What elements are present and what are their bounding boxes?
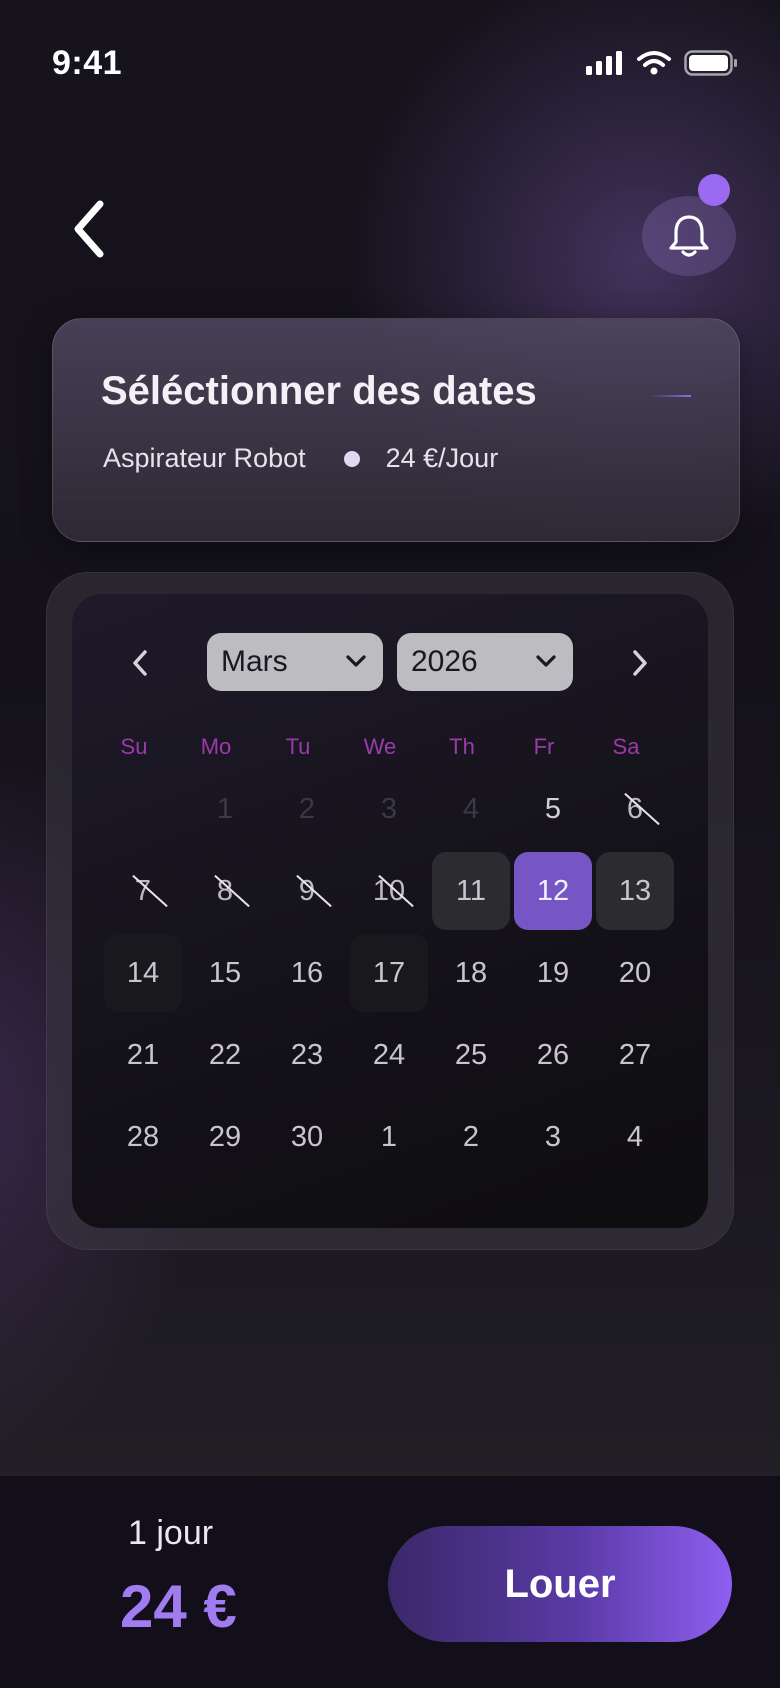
rent-button[interactable]: Louer <box>388 1526 732 1642</box>
calendar-day-disabled: 3 <box>380 792 398 825</box>
bell-icon <box>669 215 709 257</box>
weekday-label: Sa <box>612 734 640 759</box>
chevron-left-icon <box>74 200 104 258</box>
month-value: Mars <box>221 645 288 678</box>
product-rate: 24 €/Jour <box>385 443 499 473</box>
calendar-day-disabled: 1 <box>216 792 234 825</box>
calendar-day[interactable]: 20 <box>596 934 674 1012</box>
calendar-day-unavailable: 10 <box>350 852 428 930</box>
chevron-down-icon <box>536 655 556 667</box>
calendar-day-next-month[interactable]: 2 <box>432 1098 510 1176</box>
weekday-label: Tu <box>285 734 311 759</box>
rental-duration: 1 jour <box>128 1514 214 1552</box>
calendar-day[interactable]: 30 <box>268 1098 346 1176</box>
prev-month-button[interactable] <box>120 640 160 686</box>
calendar-day-unavailable: 9 <box>268 852 346 930</box>
calendar-day-unavailable: 7 <box>104 852 182 930</box>
rent-button-label: Louer <box>504 1561 616 1606</box>
status-bar: 9:41 <box>0 0 780 130</box>
chevron-down-icon <box>346 655 366 667</box>
weekday-label: Su <box>120 734 148 759</box>
back-button[interactable] <box>66 196 116 262</box>
calendar-day[interactable]: 18 <box>432 934 510 1012</box>
calendar-day-unavailable: 8 <box>186 852 264 930</box>
calendar-day[interactable]: 25 <box>432 1016 510 1094</box>
chevron-right-icon <box>633 650 647 676</box>
calendar-day-unavailable: 6 <box>596 770 674 848</box>
calendar-day[interactable]: 26 <box>514 1016 592 1094</box>
header-accent-line <box>649 395 691 397</box>
calendar-day[interactable]: 5 <box>514 770 592 848</box>
weekday-label: Fr <box>533 734 555 759</box>
year-value: 2026 <box>411 645 478 678</box>
calendar-day-in-range[interactable]: 11 <box>432 852 510 930</box>
calendar-day-selected[interactable]: 12 <box>514 852 592 930</box>
calendar-day[interactable]: 14 <box>104 934 182 1012</box>
chevron-left-icon <box>133 650 147 676</box>
calendar-day[interactable]: 24 <box>350 1016 428 1094</box>
header-card: Séléctionner des dates Aspirateur Robot … <box>52 318 740 542</box>
calendar-day[interactable]: 19 <box>514 934 592 1012</box>
calendar-day-empty <box>104 770 182 848</box>
calendar-day[interactable]: 16 <box>268 934 346 1012</box>
year-select[interactable]: 2026 <box>397 633 573 691</box>
weekday-label: Th <box>449 734 475 759</box>
calendar-day-next-month[interactable]: 4 <box>596 1098 674 1176</box>
calendar-day-disabled: 4 <box>462 792 480 825</box>
weekday-label: We <box>363 734 397 759</box>
status-time: 9:41 <box>52 44 123 82</box>
next-month-button[interactable] <box>620 640 660 686</box>
month-select[interactable]: Mars <box>207 633 383 691</box>
calendar-day[interactable]: 23 <box>268 1016 346 1094</box>
calendar-day-next-month[interactable]: 3 <box>514 1098 592 1176</box>
notifications-button[interactable] <box>642 174 736 276</box>
signal-icon <box>586 51 622 75</box>
calendar-day[interactable]: 28 <box>104 1098 182 1176</box>
calendar-day-next-month[interactable]: 1 <box>350 1098 428 1176</box>
status-icons <box>586 50 738 76</box>
total-price: 24 € <box>120 1573 237 1640</box>
battery-icon <box>684 50 737 76</box>
wifi-icon <box>637 51 671 75</box>
calendar-day[interactable]: 29 <box>186 1098 264 1176</box>
page-title: Séléctionner des dates <box>101 369 537 413</box>
product-info: Aspirateur Robot 24 €/Jour <box>103 443 498 474</box>
calendar-day-disabled: 2 <box>298 792 316 825</box>
calendar-day[interactable]: 22 <box>186 1016 264 1094</box>
calendar-day[interactable]: 17 <box>350 934 428 1012</box>
calendar-day[interactable]: 15 <box>186 934 264 1012</box>
notification-badge <box>698 174 730 206</box>
calendar-day[interactable]: 27 <box>596 1016 674 1094</box>
weekday-label: Mo <box>200 734 232 759</box>
product-name: Aspirateur Robot <box>103 443 306 473</box>
separator-dot <box>343 450 360 467</box>
calendar-day[interactable]: 21 <box>104 1016 182 1094</box>
calendar-day-in-range[interactable]: 13 <box>596 852 674 930</box>
